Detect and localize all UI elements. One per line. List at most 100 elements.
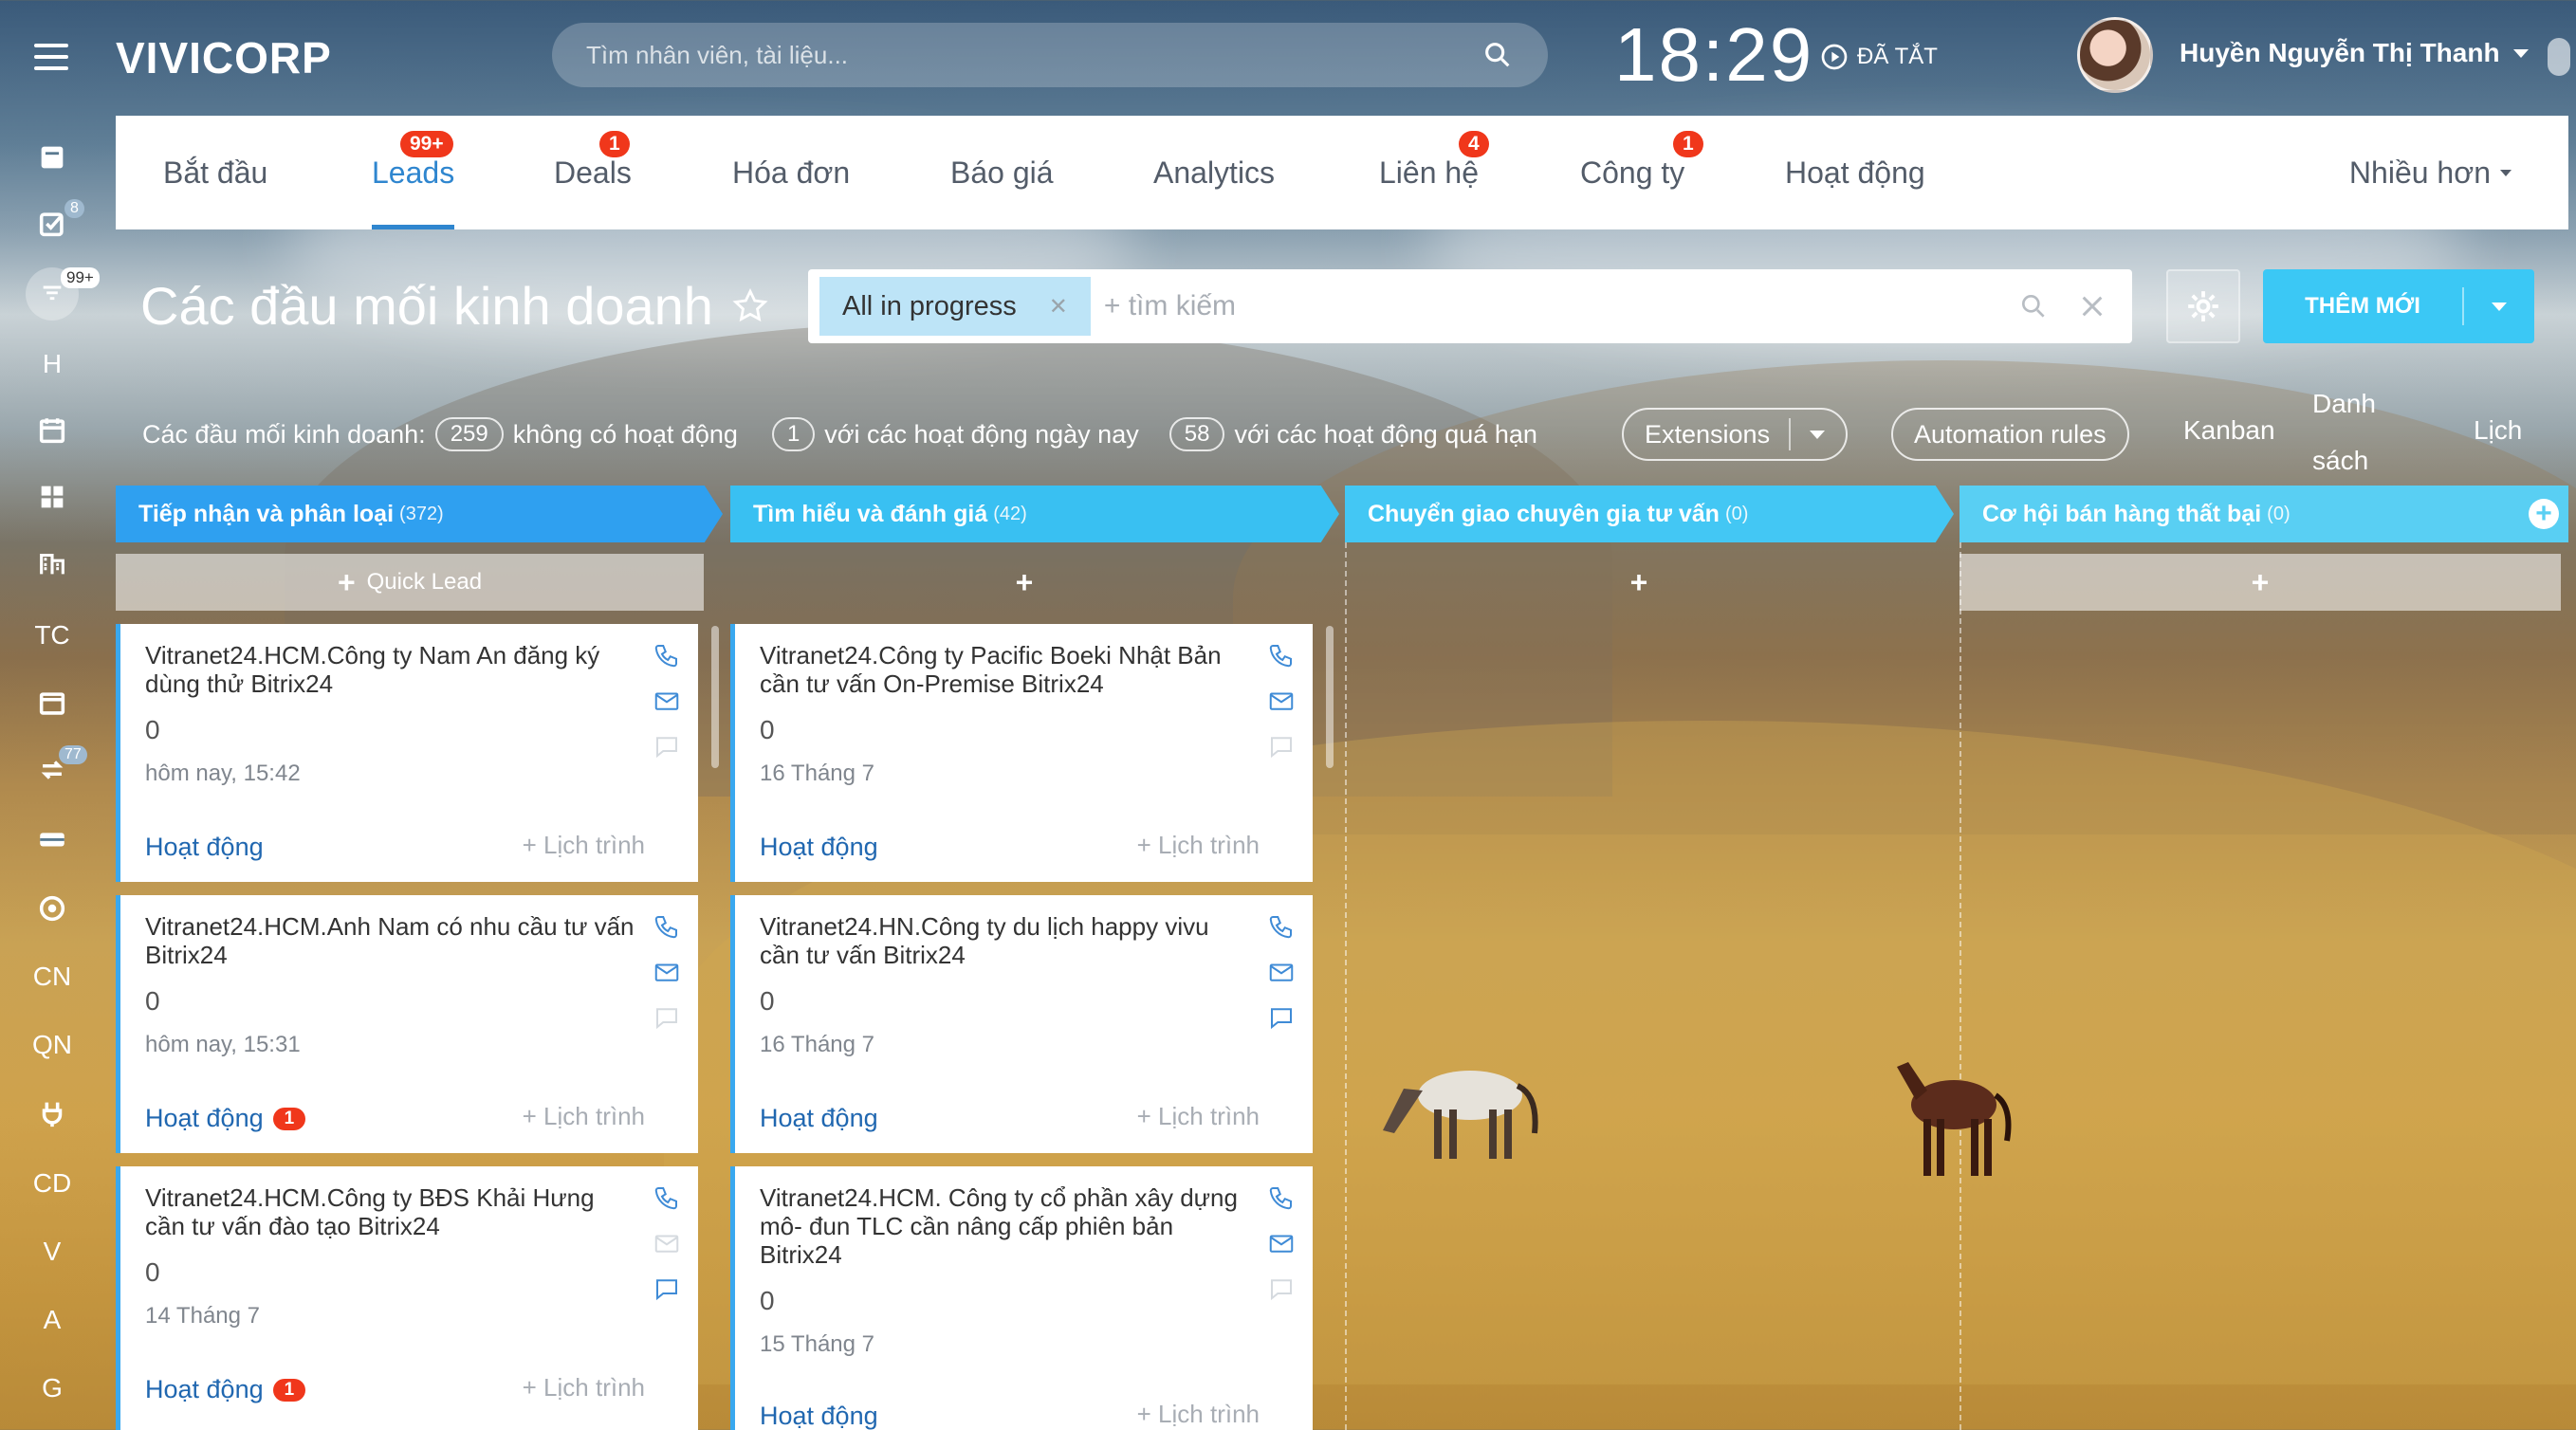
overdue-count[interactable]: 58: [1168, 417, 1225, 451]
menu-icon[interactable]: [34, 44, 68, 70]
card-activity-link[interactable]: Hoạt động 1: [145, 1104, 306, 1133]
overdue-label[interactable]: với các hoạt động quá hạn: [1234, 420, 1536, 449]
quick-lead-button[interactable]: + Quick Lead: [116, 554, 704, 611]
chat-icon[interactable]: [653, 1274, 681, 1303]
card-title[interactable]: Vitranet24.HCM.Công ty BĐS Khải Hưng cần…: [145, 1183, 638, 1240]
close-icon[interactable]: ✕: [1049, 293, 1068, 321]
email-icon[interactable]: [653, 1229, 681, 1257]
tab-deals[interactable]: Deals 1: [554, 116, 632, 229]
automation-rules-button[interactable]: Automation rules: [1891, 408, 2129, 461]
clear-icon[interactable]: [2077, 291, 2107, 321]
phone-icon[interactable]: [1267, 641, 1296, 669]
chevron-down-icon[interactable]: [1810, 430, 1826, 439]
view-kanban[interactable]: Kanban: [2183, 415, 2275, 446]
schedule-link[interactable]: + Lịch trình: [1137, 1400, 1260, 1429]
column-add-button[interactable]: +: [1345, 554, 1933, 611]
lead-card[interactable]: Vitranet24.HCM.Công ty Nam An đăng ký dù…: [116, 624, 698, 882]
lead-card[interactable]: Vitranet24.HCM.Anh Nam có nhu cầu tư vấn…: [116, 895, 698, 1153]
logo[interactable]: VIVICORP: [116, 32, 332, 83]
filter-search-input[interactable]: + tìm kiếm: [1104, 290, 2018, 322]
scrollbar[interactable]: [1326, 626, 1334, 768]
rail-letter-a[interactable]: A: [0, 1292, 104, 1348]
drive-icon[interactable]: [0, 810, 104, 867]
chat-icon[interactable]: [653, 732, 681, 761]
view-calendar[interactable]: Lịch: [2474, 415, 2522, 446]
card-activity-link[interactable]: Hoạt động: [145, 833, 264, 862]
chat-icon[interactable]: [1267, 732, 1296, 761]
grid-icon[interactable]: [0, 468, 104, 525]
tab-contacts[interactable]: Liên hệ 4: [1379, 116, 1489, 229]
phone-icon[interactable]: [653, 641, 681, 669]
work-status[interactable]: ĐÃ TẮT: [1819, 42, 1938, 72]
scrollbar[interactable]: [711, 626, 719, 768]
add-new-button[interactable]: THÊM MỚI: [2263, 269, 2534, 343]
rail-letter-cn[interactable]: CN: [0, 948, 104, 1005]
today-label[interactable]: với các hoạt động ngày nay: [824, 420, 1138, 449]
company-icon[interactable]: [0, 535, 104, 592]
tab-activities[interactable]: Hoạt động: [1785, 116, 1925, 229]
star-icon[interactable]: [730, 286, 770, 326]
card-activity-link[interactable]: Hoạt động 1: [145, 1375, 306, 1404]
phone-icon[interactable]: [1267, 1183, 1296, 1212]
sync-icon[interactable]: 77: [0, 742, 104, 798]
tab-quotes[interactable]: Báo giá: [950, 116, 1054, 229]
crm-icon[interactable]: 99+: [0, 266, 104, 322]
search-icon[interactable]: [1481, 39, 1514, 71]
chevron-down-icon[interactable]: [2464, 302, 2534, 311]
lead-card[interactable]: Vitranet24.Công ty Pacific Boeki Nhật Bả…: [730, 624, 1313, 882]
card-title[interactable]: Vitranet24.HCM.Anh Nam có nhu cầu tư vấn…: [145, 912, 638, 969]
rail-letter-g[interactable]: G: [0, 1360, 104, 1417]
email-icon[interactable]: [653, 687, 681, 715]
filter-bar[interactable]: All in progress ✕ + tìm kiếm: [808, 269, 2132, 343]
calendar-icon[interactable]: [0, 402, 104, 459]
target-icon[interactable]: [0, 880, 104, 937]
more-tabs-button[interactable]: Nhiều hơn: [2349, 116, 2512, 229]
no-activity-label[interactable]: không có hoạt động: [513, 420, 738, 449]
phone-icon[interactable]: [653, 912, 681, 941]
column-header[interactable]: Tìm hiểu và đánh giá (42): [730, 486, 1339, 542]
lead-card[interactable]: Vitranet24.HN.Công ty du lịch happy vivu…: [730, 895, 1313, 1153]
column-header[interactable]: Cơ hội bán hàng thất bại (0) +: [1960, 486, 2568, 542]
settings-button[interactable]: [2166, 269, 2240, 343]
global-search[interactable]: Tìm nhân viên, tài liệu...: [552, 23, 1548, 87]
add-column-icon[interactable]: +: [2529, 498, 2559, 529]
rail-letter-v[interactable]: V: [0, 1223, 104, 1280]
card-title[interactable]: Vitranet24.HCM.Công ty Nam An đăng ký dù…: [145, 641, 638, 698]
card-activity-link[interactable]: Hoạt động: [760, 1104, 878, 1133]
card-title[interactable]: Vitranet24.HN.Công ty du lịch happy vivu…: [760, 912, 1253, 969]
column-add-button[interactable]: +: [1960, 554, 2561, 611]
total-count[interactable]: 259: [434, 417, 504, 451]
tab-start[interactable]: Bắt đầu: [163, 116, 267, 229]
email-icon[interactable]: [1267, 1229, 1296, 1257]
column-header[interactable]: Tiếp nhận và phân loại (372): [116, 486, 723, 542]
phone-icon[interactable]: [653, 1183, 681, 1212]
tab-leads[interactable]: Leads 99+: [372, 116, 455, 229]
window-icon[interactable]: [0, 675, 104, 732]
lead-card[interactable]: Vitranet24.HCM.Công ty BĐS Khải Hưng cần…: [116, 1166, 698, 1430]
rail-letter-cd[interactable]: CD: [0, 1155, 104, 1212]
column-add-button[interactable]: +: [730, 554, 1318, 611]
extensions-button[interactable]: Extensions: [1622, 408, 1849, 461]
column-header[interactable]: Chuyển giao chuyên gia tư vấn (0): [1345, 486, 1954, 542]
search-icon[interactable]: [2018, 291, 2049, 321]
schedule-link[interactable]: + Lịch trình: [523, 1102, 645, 1131]
filter-chip[interactable]: All in progress ✕: [819, 277, 1091, 336]
avatar[interactable]: [2077, 17, 2153, 93]
schedule-link[interactable]: + Lịch trình: [1137, 831, 1260, 860]
schedule-link[interactable]: + Lịch trình: [1137, 1102, 1260, 1131]
rail-letter-tc[interactable]: TC: [0, 607, 104, 664]
tab-invoices[interactable]: Hóa đơn: [732, 116, 850, 229]
chat-icon[interactable]: [1267, 1003, 1296, 1032]
schedule-link[interactable]: + Lịch trình: [523, 1373, 645, 1402]
edge-handle[interactable]: [2548, 38, 2570, 76]
plug-icon[interactable]: [0, 1085, 104, 1142]
tasks-icon[interactable]: 8: [0, 195, 104, 252]
feed-icon[interactable]: [0, 129, 104, 186]
view-list-line1[interactable]: Danh: [2312, 389, 2376, 419]
email-icon[interactable]: [653, 958, 681, 986]
user-menu[interactable]: Huyền Nguyễn Thị Thanh: [2180, 38, 2529, 68]
rail-letter-qn[interactable]: QN: [0, 1017, 104, 1073]
tab-analytics[interactable]: Analytics: [1153, 116, 1275, 229]
phone-icon[interactable]: [1267, 912, 1296, 941]
lead-card[interactable]: Vitranet24.HCM. Công ty cổ phần xây dựng…: [730, 1166, 1313, 1430]
